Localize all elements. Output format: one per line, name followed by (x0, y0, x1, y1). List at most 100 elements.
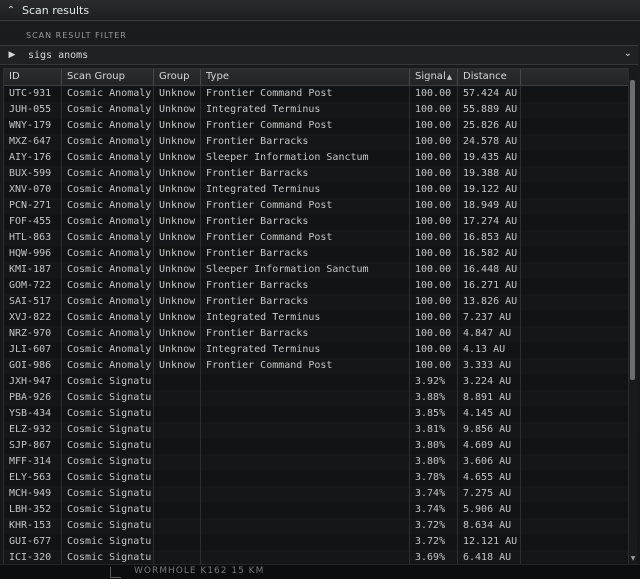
bracket-icon (110, 567, 121, 578)
column-header-signal[interactable]: Signal▲ (410, 69, 458, 85)
cell-distance: 4.655 AU (458, 470, 521, 486)
table-row[interactable]: XNV-070 Cosmic Anomaly Unknow Integrated Te… (4, 182, 628, 198)
table-row[interactable]: GUI-677 Cosmic Signatur 3.72% 12.121 AU (4, 534, 628, 550)
cell-spacer (521, 118, 628, 134)
column-header-distance[interactable]: Distance (458, 69, 521, 85)
scrollbar-thumb[interactable] (630, 80, 635, 380)
cell-spacer (521, 406, 628, 422)
chevron-up-double-icon[interactable]: ⌃ (4, 3, 18, 17)
table-row[interactable]: SAI-517 Cosmic Anomaly Unknow Frontier Barr… (4, 294, 628, 310)
cell-signal: 100.00 (410, 182, 458, 198)
cell-distance: 12.121 AU (458, 534, 521, 550)
cell-id: YSB-434 (4, 406, 62, 422)
cell-scan-group: Cosmic Signatur (62, 518, 154, 534)
cell-id: XNV-070 (4, 182, 62, 198)
window-titlebar[interactable]: ⌃ Scan results (0, 0, 640, 21)
table-row[interactable]: UTC-931 Cosmic Anomaly Unknow Frontier Comm… (4, 86, 628, 102)
scroll-down-arrow-icon[interactable]: ▼ (629, 555, 637, 563)
cell-id: MCH-949 (4, 486, 62, 502)
cell-spacer (521, 246, 628, 262)
bottom-overlay: WORMHOLE K162 15 KM (0, 564, 640, 579)
cell-signal: 3.72% (410, 534, 458, 550)
column-header-id[interactable]: ID (4, 69, 62, 85)
table-row[interactable]: PCN-271 Cosmic Anomaly Unknow Frontier Comm… (4, 198, 628, 214)
table-scrollbar[interactable]: ▼ (628, 68, 637, 564)
table-row[interactable]: XVJ-822 Cosmic Anomaly Unknow Integrated Te… (4, 310, 628, 326)
cell-signal: 100.00 (410, 262, 458, 278)
cell-spacer (521, 390, 628, 406)
cell-signal: 100.00 (410, 134, 458, 150)
cell-scan-group: Cosmic Signatur (62, 486, 154, 502)
table-row[interactable]: AIY-176 Cosmic Anomaly Unknow Sleeper Infor… (4, 150, 628, 166)
column-header-group[interactable]: Group (154, 69, 201, 85)
cell-signal: 100.00 (410, 310, 458, 326)
column-header-scan-group[interactable]: Scan Group (62, 69, 154, 85)
cell-distance: 19.435 AU (458, 150, 521, 166)
cell-id: BUX-599 (4, 166, 62, 182)
cell-scan-group: Cosmic Anomaly (62, 182, 154, 198)
cell-scan-group: Cosmic Signatur (62, 438, 154, 454)
table-row[interactable]: ELZ-932 Cosmic Signatur 3.81% 9.856 AU (4, 422, 628, 438)
table-row[interactable]: BUX-599 Cosmic Anomaly Unknow Frontier Barr… (4, 166, 628, 182)
table-row[interactable]: KHR-153 Cosmic Signatur 3.72% 8.634 AU (4, 518, 628, 534)
table-row[interactable]: HTL-863 Cosmic Anomaly Unknow Frontier Comm… (4, 230, 628, 246)
table-row[interactable]: JXH-947 Cosmic Signatur 3.92% 3.224 AU (4, 374, 628, 390)
cell-type: Frontier Barracks (201, 214, 410, 230)
table-row[interactable]: JUH-055 Cosmic Anomaly Unknow Integrated Te… (4, 102, 628, 118)
cell-distance: 3.333 AU (458, 358, 521, 374)
cell-type (201, 406, 410, 422)
table-row[interactable]: JLI-607 Cosmic Anomaly Unknow Integrated Te… (4, 342, 628, 358)
cell-id: HTL-863 (4, 230, 62, 246)
cell-id: MXZ-647 (4, 134, 62, 150)
cell-distance: 16.582 AU (458, 246, 521, 262)
table-row[interactable]: GOM-722 Cosmic Anomaly Unknow Frontier Barr… (4, 278, 628, 294)
cell-group (154, 502, 201, 518)
cell-distance: 17.274 AU (458, 214, 521, 230)
cell-spacer (521, 86, 628, 102)
cell-distance: 5.906 AU (458, 502, 521, 518)
cell-signal: 3.78% (410, 470, 458, 486)
cell-scan-group: Cosmic Signatur (62, 374, 154, 390)
table-row[interactable]: NRZ-970 Cosmic Anomaly Unknow Frontier Barr… (4, 326, 628, 342)
cell-group: Unknow (154, 246, 201, 262)
cell-signal: 3.74% (410, 486, 458, 502)
table-row[interactable]: KMI-187 Cosmic Anomaly Unknow Sleeper Infor… (4, 262, 628, 278)
cell-type: Frontier Command Post (201, 118, 410, 134)
cell-signal: 100.00 (410, 150, 458, 166)
table-row[interactable]: YSB-434 Cosmic Signatur 3.85% 4.145 AU (4, 406, 628, 422)
scan-filter-dropdown[interactable]: ▶ sigs anoms ⌄ (0, 45, 638, 65)
cell-type: Frontier Barracks (201, 134, 410, 150)
cell-id: PCN-271 (4, 198, 62, 214)
cell-signal: 100.00 (410, 102, 458, 118)
cell-id: GOI-986 (4, 358, 62, 374)
scan-results-table: ID Scan Group Group Type Signal▲ Distanc… (3, 68, 629, 566)
table-row[interactable]: ELY-563 Cosmic Signatur 3.78% 4.655 AU (4, 470, 628, 486)
play-triangle-icon[interactable]: ▶ (6, 46, 18, 64)
table-row[interactable]: FOF-455 Cosmic Anomaly Unknow Frontier Barr… (4, 214, 628, 230)
cell-id: KMI-187 (4, 262, 62, 278)
table-row[interactable]: MFF-314 Cosmic Signatur 3.80% 3.606 AU (4, 454, 628, 470)
cell-type (201, 486, 410, 502)
cell-id: XVJ-822 (4, 310, 62, 326)
cell-signal: 100.00 (410, 166, 458, 182)
cell-scan-group: Cosmic Signatur (62, 470, 154, 486)
cell-signal: 100.00 (410, 118, 458, 134)
table-row[interactable]: HQW-996 Cosmic Anomaly Unknow Frontier Barr… (4, 246, 628, 262)
table-row[interactable]: GOI-986 Cosmic Anomaly Unknow Frontier Comm… (4, 358, 628, 374)
cell-scan-group: Cosmic Anomaly (62, 198, 154, 214)
cell-distance: 19.122 AU (458, 182, 521, 198)
table-row[interactable]: SJP-867 Cosmic Signatur 3.80% 4.609 AU (4, 438, 628, 454)
cell-type: Integrated Terminus (201, 182, 410, 198)
cell-group: Unknow (154, 294, 201, 310)
chevron-down-double-icon[interactable]: ⌄ (624, 48, 632, 59)
cell-group (154, 390, 201, 406)
table-row[interactable]: WNY-179 Cosmic Anomaly Unknow Frontier Comm… (4, 118, 628, 134)
cell-scan-group: Cosmic Signatur (62, 534, 154, 550)
table-row[interactable]: MXZ-647 Cosmic Anomaly Unknow Frontier Barr… (4, 134, 628, 150)
cell-type: Sleeper Information Sanctum (201, 262, 410, 278)
table-row[interactable]: PBA-926 Cosmic Signatur 3.88% 8.891 AU (4, 390, 628, 406)
column-header-type[interactable]: Type (201, 69, 410, 85)
table-row[interactable]: LBH-352 Cosmic Signatur 3.74% 5.906 AU (4, 502, 628, 518)
table-row[interactable]: MCH-949 Cosmic Signatur 3.74% 7.275 AU (4, 486, 628, 502)
cell-group (154, 534, 201, 550)
